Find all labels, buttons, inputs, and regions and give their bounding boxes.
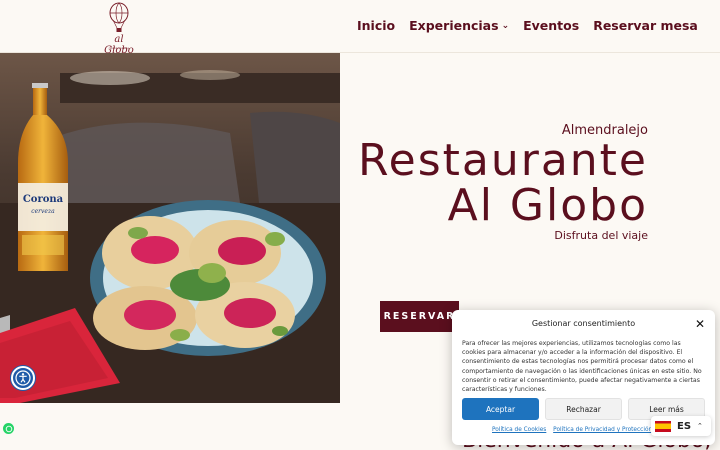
main-navigation: Inicio Experiencias ⌄ Eventos Reservar me… <box>357 18 712 33</box>
nav-item-reservar-mesa[interactable]: Reservar mesa <box>593 18 698 33</box>
chevron-down-icon: ⌄ <box>501 21 510 31</box>
nav-label: Inicio <box>357 18 396 33</box>
logo-subtitle: restaurante <box>108 46 130 50</box>
reject-button[interactable]: Rechazar <box>545 398 622 420</box>
spain-flag-icon <box>655 420 671 432</box>
bottle-label: Corona <box>23 194 64 205</box>
site-logo[interactable]: al Globo restaurante <box>100 2 138 56</box>
close-icon[interactable]: ✕ <box>695 317 705 331</box>
hero-food-image: Corona cerveza <box>0 53 340 403</box>
consent-title: Gestionar consentimiento <box>531 319 636 328</box>
hero-tagline: Disfruta del viaje <box>554 229 648 242</box>
nav-label: Experiencias <box>409 18 499 33</box>
cookie-policy-link[interactable]: Política de Cookies <box>492 427 546 433</box>
language-switcher[interactable]: ES ⌃ <box>651 416 711 436</box>
nav-item-eventos[interactable]: Eventos <box>523 18 579 33</box>
chevron-up-icon: ⌃ <box>697 422 703 430</box>
whatsapp-icon <box>5 425 12 432</box>
hot-air-balloon-icon <box>109 2 129 32</box>
nav-item-inicio[interactable]: Inicio <box>357 18 395 33</box>
reserve-button[interactable]: RESERVAR <box>380 301 459 332</box>
accessibility-icon <box>15 370 31 386</box>
accessibility-button[interactable] <box>11 366 35 390</box>
consent-text: Para ofrecer las mejores experiencias, u… <box>462 340 702 394</box>
bottle-sublabel: cerveza <box>31 208 55 215</box>
nav-item-experiencias[interactable]: Experiencias ⌄ <box>409 18 509 33</box>
whatsapp-button[interactable] <box>3 423 14 434</box>
hero-title-line2: Al Globo <box>447 180 648 231</box>
hero-title-line1: Restaurante <box>358 135 648 186</box>
consent-links: Política de Cookies Política de Privacid… <box>492 427 663 433</box>
hero-title: Restaurante Al Globo <box>358 138 648 228</box>
nav-label: Eventos <box>523 18 580 33</box>
language-code: ES <box>677 420 692 432</box>
accept-button[interactable]: Aceptar <box>462 398 539 420</box>
site-header: al Globo restaurante Inicio Experiencias… <box>0 0 720 56</box>
privacy-policy-link[interactable]: Política de Privacidad y Protección... <box>553 427 658 433</box>
nav-label: Reservar mesa <box>593 18 698 33</box>
